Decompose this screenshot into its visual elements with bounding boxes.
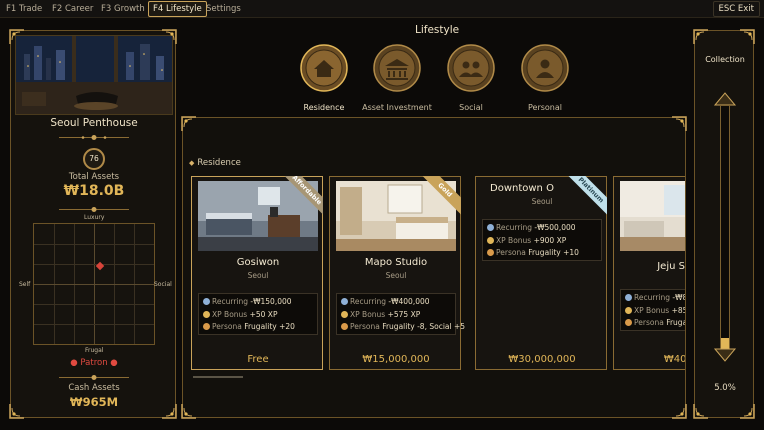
section-heading-text: Residence — [197, 158, 241, 168]
category-label: Social — [459, 103, 483, 112]
persona-icon — [625, 319, 632, 326]
property-title: Seoul Penthouse — [50, 117, 138, 129]
card-title: Gosiwon — [236, 257, 280, 268]
collection-progress — [713, 91, 737, 363]
tab-trade[interactable]: F1 Trade — [2, 1, 46, 17]
residence-catalog-panel: ◆ Residence Affordable Gosiwon Seoul Recu… — [181, 116, 687, 419]
category-label: Asset Investment — [362, 103, 432, 112]
card-location: Seoul — [247, 271, 269, 280]
rarity-ribbon: Gold — [417, 176, 461, 220]
frame-corner — [181, 116, 197, 132]
radar-label-bottom: Frugal — [85, 347, 104, 354]
ornament-divider — [59, 207, 129, 212]
frame-corner — [693, 29, 709, 45]
frame-corner — [161, 403, 177, 419]
card-location: Seoul — [531, 197, 553, 206]
persona-marker — [95, 261, 105, 271]
frame-corner — [693, 403, 709, 419]
card-location: Seoul — [385, 271, 407, 280]
penthouse-image — [15, 35, 173, 115]
frame-corner — [739, 403, 755, 419]
lifestyle-score-badge: 76 — [83, 148, 105, 170]
card-price: ₩40,0 — [663, 354, 685, 365]
patron-badge: ● Patron ● — [70, 358, 118, 368]
total-assets-label: Total Assets — [68, 172, 120, 182]
frame-corner — [671, 403, 687, 419]
frame-corner — [9, 29, 25, 45]
people-icon — [447, 44, 495, 92]
residence-card-downtown[interactable]: Platinum Downtown O Seoul Recurring -₩50… — [475, 176, 607, 370]
card-price: ₩15,000,000 — [362, 354, 430, 365]
frame-corner — [161, 29, 177, 45]
building-icon — [373, 44, 421, 92]
coins-icon — [625, 294, 632, 301]
collection-percent: 5.0% — [714, 383, 736, 393]
category-asset-investment[interactable]: Asset Investment — [357, 44, 437, 112]
section-heading: ◆ Residence — [189, 158, 241, 168]
exit-button[interactable]: ESC Exit — [712, 1, 760, 17]
coins-icon — [487, 224, 494, 231]
persona-radar — [33, 223, 155, 345]
ornament-divider — [59, 135, 129, 140]
card-price: ₩30,000,000 — [508, 354, 576, 365]
radar-label-top: Luxury — [84, 214, 105, 221]
frame-corner — [9, 403, 25, 419]
xp-icon — [203, 310, 210, 318]
residence-card-jeju[interactable]: Jeju Seco Recurring -₩8 XP Bonus +850 Pe… — [613, 176, 685, 370]
carousel-scrollbar[interactable] — [193, 376, 243, 378]
coins-icon — [341, 298, 348, 305]
diamond-icon: ◆ — [189, 159, 195, 167]
coins-icon — [203, 298, 210, 305]
page-title: Lifestyle — [415, 24, 460, 36]
card-price: Free — [247, 354, 269, 365]
persona-icon — [341, 323, 348, 330]
house-icon — [300, 44, 348, 92]
category-personal[interactable]: Personal — [505, 44, 585, 112]
collection-title: Collection — [705, 55, 745, 64]
tab-lifestyle[interactable]: F4 Lifestyle — [148, 1, 207, 17]
top-tab-bar: F1 Trade F2 Career F3 Growth F4 Lifestyl… — [0, 0, 764, 18]
collection-panel: Collection 5.0% — [693, 29, 755, 419]
cash-assets-label: Cash Assets — [68, 383, 120, 393]
category-label: Residence — [303, 103, 345, 112]
cash-assets-value: ₩965M — [69, 395, 119, 409]
persona-icon — [203, 323, 210, 330]
tab-settings[interactable]: Settings — [202, 1, 245, 17]
tab-growth[interactable]: F3 Growth — [97, 1, 149, 17]
jeju-image — [620, 181, 685, 251]
xp-icon — [625, 306, 632, 314]
frame-corner — [671, 116, 687, 132]
progress-track — [720, 105, 730, 351]
tab-career[interactable]: F2 Career — [48, 1, 97, 17]
card-stats: Recurring -₩400,000 XP Bonus +575 XP Per… — [336, 293, 465, 335]
frame-corner — [739, 29, 755, 45]
card-stats: Recurring -₩500,000 XP Bonus +900 XP Per… — [482, 219, 602, 261]
residence-card-gosiwon[interactable]: Affordable Gosiwon Seoul Recurring -₩150… — [191, 176, 323, 370]
total-assets-value: ₩18.0B — [63, 183, 125, 199]
property-summary-panel: Seoul Penthouse 76 Total Assets ₩18.0B L… — [9, 29, 177, 419]
card-title: Mapo Studio — [364, 257, 428, 268]
card-carousel[interactable]: Affordable Gosiwon Seoul Recurring -₩150… — [191, 176, 685, 372]
category-social[interactable]: Social — [431, 44, 511, 112]
card-title: Downtown O — [490, 183, 554, 194]
persona-icon — [487, 249, 494, 256]
patron-label: Patron — [80, 358, 108, 368]
person-icon — [521, 44, 569, 92]
card-stats: Recurring -₩8 XP Bonus +850 Persona Frug… — [620, 289, 685, 331]
card-stats: Recurring -₩150,000 XP Bonus +50 XP Pers… — [198, 293, 318, 335]
radar-label-left: Self — [19, 281, 31, 288]
frame-corner — [181, 403, 197, 419]
residence-card-mapo-studio[interactable]: Gold Mapo Studio Seoul Recurring -₩400,0… — [329, 176, 465, 370]
radar-label-right: Social — [154, 281, 172, 288]
xp-icon — [341, 310, 348, 318]
ornament-divider — [59, 375, 129, 380]
category-residence[interactable]: Residence — [284, 44, 364, 112]
rarity-ribbon: Affordable — [279, 176, 323, 220]
card-title: Jeju Seco — [657, 261, 685, 272]
bar-cap-bottom — [713, 348, 737, 362]
category-label: Personal — [527, 103, 562, 112]
xp-icon — [487, 236, 494, 244]
